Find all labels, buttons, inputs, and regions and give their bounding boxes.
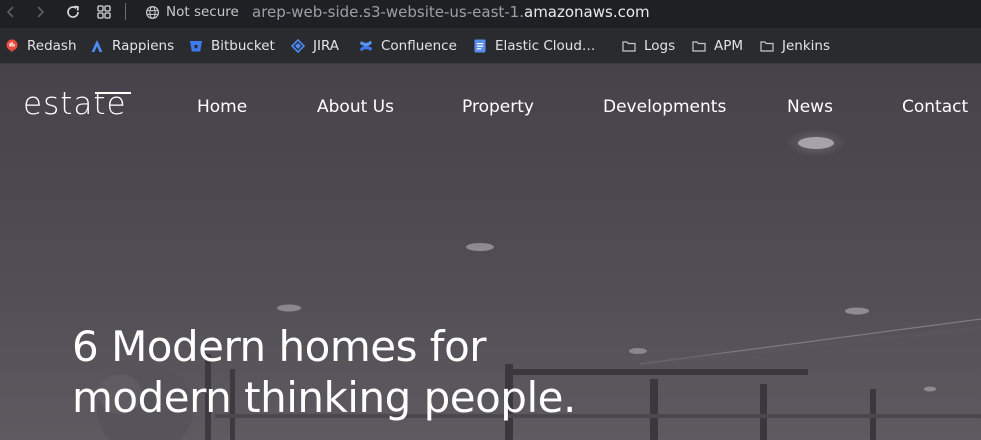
- site-security-indicator[interactable]: Not secure: [145, 2, 239, 22]
- bookmark-label: Elastic Cloud…: [495, 38, 596, 54]
- logo-text-t: t: [93, 86, 132, 122]
- bookmarks-bar: Redash Rappiens Bitbucket JIRA Confluenc…: [0, 28, 981, 64]
- browser-toolbar: Not secure arep-web-side.s3-website-us-e…: [0, 0, 981, 28]
- bookmark-label: Rappiens: [112, 38, 175, 54]
- jira-icon: [291, 39, 305, 53]
- apps-grid-icon: [97, 5, 111, 19]
- atlassian-icon: [91, 40, 103, 52]
- bookmark-rappiens[interactable]: Rappiens: [90, 36, 174, 56]
- bookmark-label: JIRA: [313, 38, 340, 54]
- chevron-right-icon: [37, 6, 45, 18]
- web-page: estate Home About Us Property Developmen…: [0, 64, 981, 440]
- nav-home[interactable]: Home: [197, 97, 247, 117]
- hero-headline: 6 Modern homes for modern thinking peopl…: [72, 321, 576, 423]
- bookmark-bitbucket[interactable]: Bitbucket: [189, 36, 275, 56]
- hero-headline-line-1: 6 Modern homes for: [72, 322, 487, 371]
- bookmark-label: Logs: [644, 38, 676, 54]
- logo-text-start: esta: [23, 86, 94, 122]
- folder-icon: [692, 41, 706, 52]
- back-button[interactable]: [0, 1, 22, 23]
- bookmark-label: Bitbucket: [211, 38, 275, 54]
- globe-icon: [145, 5, 160, 19]
- bookmark-label: Redash: [27, 38, 77, 54]
- bookmark-folder-jenkins[interactable]: Jenkins: [760, 36, 830, 56]
- bitbucket-icon: [190, 41, 202, 52]
- apps-button[interactable]: [93, 1, 115, 23]
- document-icon: [474, 39, 486, 53]
- url-subdomain: arep-web-side.s3-website-us-east-1.: [252, 3, 524, 21]
- chevron-left-icon: [6, 6, 14, 18]
- forward-button[interactable]: [29, 1, 51, 23]
- bookmark-redash[interactable]: Redash: [5, 36, 77, 56]
- folder-icon: [622, 41, 636, 52]
- reload-button[interactable]: [62, 1, 84, 23]
- reload-icon: [67, 5, 79, 18]
- not-secure-label: Not secure: [166, 4, 239, 20]
- hero-headline-line-2: modern thinking people.: [72, 373, 576, 422]
- bookmark-elastic-cloud[interactable]: Elastic Cloud…: [473, 36, 595, 56]
- bookmark-folder-logs[interactable]: Logs: [622, 36, 675, 56]
- url-domain: amazonaws.com: [524, 3, 650, 21]
- redash-icon: [6, 39, 18, 53]
- confluence-icon: [360, 40, 372, 52]
- bookmark-confluence[interactable]: Confluence: [359, 36, 457, 56]
- nav-developments[interactable]: Developments: [603, 97, 726, 117]
- bookmark-label: Confluence: [381, 38, 457, 54]
- folder-icon: [760, 41, 774, 52]
- nav-property[interactable]: Property: [462, 97, 534, 117]
- toolbar-divider: [125, 3, 126, 20]
- nav-about-us[interactable]: About Us: [317, 97, 394, 117]
- bookmark-folder-apm[interactable]: APM: [692, 36, 743, 56]
- bookmark-label: APM: [714, 38, 744, 54]
- address-bar[interactable]: arep-web-side.s3-website-us-east-1.amazo…: [252, 1, 650, 23]
- nav-contact[interactable]: Contact: [902, 97, 968, 117]
- bookmark-label: Jenkins: [782, 38, 831, 54]
- bookmark-jira[interactable]: JIRA: [291, 36, 339, 56]
- nav-news[interactable]: News: [787, 97, 833, 117]
- site-logo[interactable]: estate: [23, 86, 132, 122]
